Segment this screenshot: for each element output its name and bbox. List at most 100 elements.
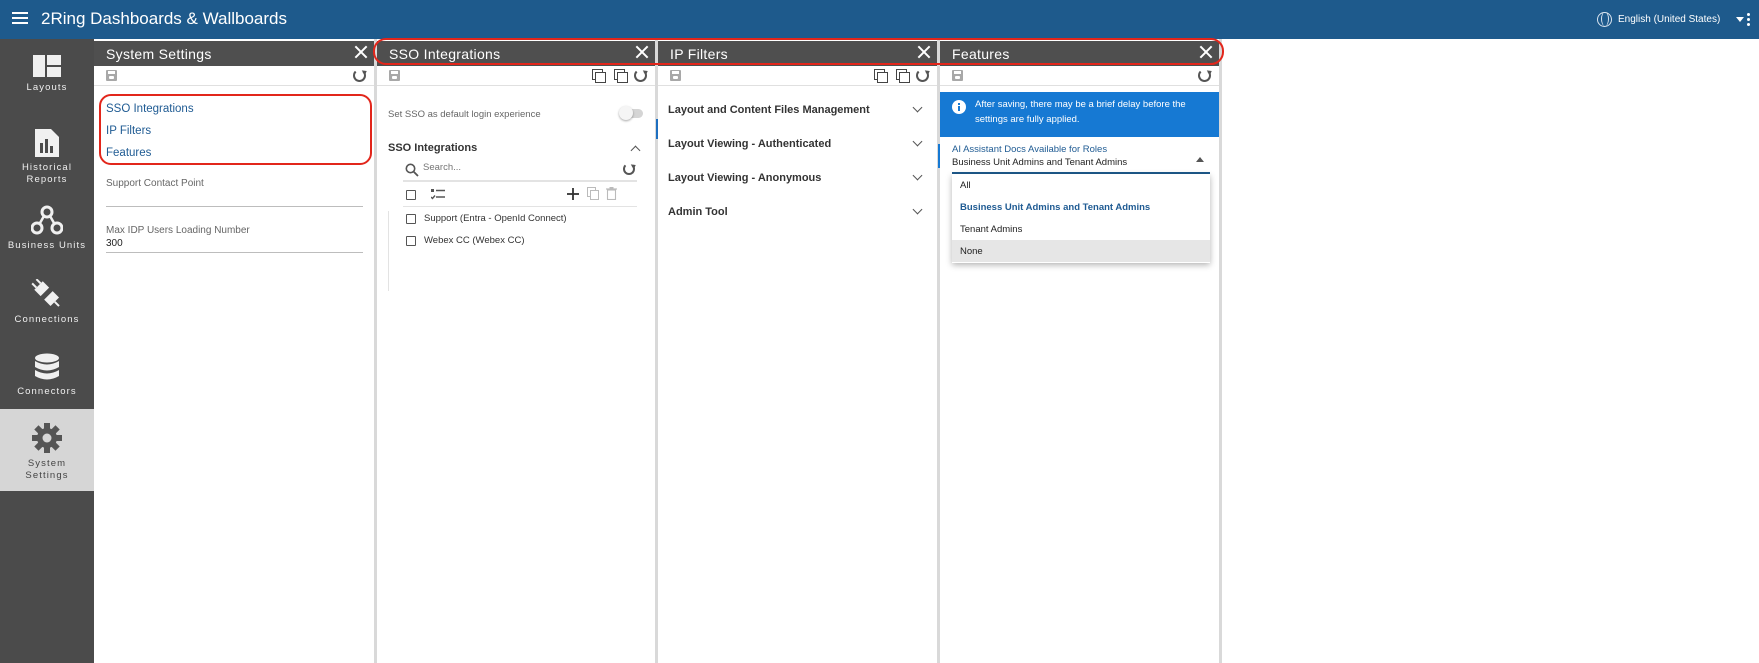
panel-toolbar (94, 66, 374, 86)
panel-header: SSO Integrations (377, 41, 655, 66)
more-options-icon[interactable] (1747, 13, 1751, 28)
business-units-icon (31, 205, 63, 235)
ai-assistant-label: AI Assistant Docs Available for Roles (952, 144, 1108, 155)
gear-icon (32, 423, 62, 453)
support-contact-label: Support Contact Point (106, 178, 204, 189)
historical-reports-icon (35, 129, 59, 157)
caret-up-icon[interactable] (1196, 157, 1204, 162)
panel-title: Features (952, 46, 1010, 62)
sso-integrations-panel: SSO Integrations Set SSO as default logi… (377, 39, 658, 663)
duplicate-icon[interactable] (874, 69, 888, 83)
section-label: Layout and Content Files Management (668, 104, 870, 116)
menu-icon[interactable] (12, 12, 28, 26)
link-sso-integrations[interactable]: SSO Integrations (106, 103, 194, 115)
add-icon[interactable] (567, 188, 579, 200)
ip-filter-section-admin-tool[interactable]: Admin Tool (658, 197, 937, 227)
support-contact-field[interactable] (106, 191, 363, 207)
sso-list-item[interactable]: Support (Entra - OpenId Connect) (403, 209, 637, 229)
ai-assistant-value: Business Unit Admins and Tenant Admins (952, 157, 1128, 168)
save-icon[interactable] (106, 70, 117, 81)
chevron-down-icon[interactable] (912, 170, 923, 181)
clone-icon[interactable] (587, 187, 599, 200)
dropdown-option-all[interactable]: All (952, 174, 1210, 196)
globe-icon (1597, 12, 1612, 27)
sso-list-item[interactable]: Webex CC (Webex CC) (403, 231, 637, 251)
nav-item-connectors[interactable]: Connectors (0, 345, 94, 411)
ip-filters-panel: IP Filters Layout and Content Files Mana… (658, 39, 940, 663)
nav-item-business-units[interactable]: Business Units (0, 199, 94, 265)
refresh-icon[interactable] (634, 69, 647, 82)
duplicate-icon[interactable] (592, 69, 606, 83)
system-settings-panel: System Settings SSO Integrations IP Filt… (94, 39, 377, 663)
nav-label-connections: Connections (14, 314, 80, 325)
panel-toolbar (377, 66, 655, 86)
chevron-down-icon[interactable] (912, 136, 923, 147)
section-label: Layout Viewing - Anonymous (668, 172, 822, 184)
dropdown-option-bu-tenant-admins[interactable]: Business Unit Admins and Tenant Admins (952, 196, 1210, 218)
connectors-icon (35, 353, 59, 380)
close-icon[interactable] (1199, 45, 1213, 59)
sso-search-input[interactable] (423, 162, 603, 173)
checklist-icon[interactable] (431, 188, 445, 201)
panel-header: System Settings (94, 41, 374, 66)
chevron-up-icon[interactable] (630, 145, 641, 156)
link-ip-filters[interactable]: IP Filters (106, 125, 151, 137)
layouts-icon (33, 55, 61, 77)
link-features[interactable]: Features (106, 147, 151, 159)
panel-toolbar (940, 66, 1219, 86)
close-icon[interactable] (354, 45, 368, 59)
panel-title: SSO Integrations (389, 46, 501, 62)
select-all-checkbox[interactable] (406, 190, 416, 200)
refresh-icon[interactable] (1198, 69, 1211, 82)
nav-item-layouts[interactable]: Layouts (0, 47, 94, 107)
caret-down-icon (1736, 17, 1745, 22)
refresh-icon[interactable] (353, 69, 366, 82)
close-icon[interactable] (917, 45, 931, 59)
refresh-icon[interactable] (916, 69, 929, 82)
app-title: 2Ring Dashboards & Wallboards (41, 9, 287, 28)
dropdown-option-none[interactable]: None (952, 240, 1210, 262)
delete-icon[interactable] (606, 187, 617, 200)
language-label: English (United States) (1618, 14, 1721, 25)
nav-item-connections[interactable]: Connections (0, 271, 94, 337)
ip-filter-section-content-files[interactable]: Layout and Content Files Management (658, 95, 937, 125)
save-icon[interactable] (952, 70, 963, 81)
list-guide-line (388, 211, 389, 291)
dropdown-option-tenant-admins[interactable]: Tenant Admins (952, 218, 1210, 240)
panel-header: IP Filters (658, 41, 937, 66)
default-login-toggle[interactable] (619, 106, 643, 120)
chevron-down-icon[interactable] (912, 204, 923, 215)
ip-filter-section-anonymous[interactable]: Layout Viewing - Anonymous (658, 163, 937, 193)
section-label: Layout Viewing - Authenticated (668, 138, 832, 150)
row-checkbox[interactable] (406, 214, 416, 224)
nav-label-layouts: Layouts (26, 82, 68, 93)
sso-section-title: SSO Integrations (388, 142, 478, 154)
row-checkbox[interactable] (406, 236, 416, 246)
panel-title: IP Filters (670, 46, 728, 62)
default-login-label: Set SSO as default login experience (388, 109, 541, 120)
nav-label-system: System (27, 458, 67, 469)
ai-assistant-dropdown: All Business Unit Admins and Tenant Admi… (952, 174, 1210, 263)
copy-icon[interactable] (614, 69, 628, 83)
search-icon (405, 163, 419, 177)
info-banner: After saving, there may be a brief delay… (940, 92, 1219, 137)
save-icon[interactable] (389, 70, 400, 81)
nav-label-settings: Settings (25, 470, 69, 481)
nav-item-system-settings[interactable]: System Settings (0, 409, 94, 491)
panel-title: System Settings (106, 46, 212, 62)
max-idp-field[interactable]: 300 (106, 238, 363, 253)
info-text-line1: After saving, there may be a brief delay… (975, 99, 1186, 110)
chevron-down-icon[interactable] (912, 102, 923, 113)
nav-label-historical: Historical (21, 162, 73, 173)
save-icon[interactable] (670, 70, 681, 81)
ai-assistant-select[interactable]: AI Assistant Docs Available for Roles Bu… (952, 144, 1210, 174)
search-refresh-icon[interactable] (623, 163, 635, 175)
close-icon[interactable] (635, 45, 649, 59)
copy-icon[interactable] (896, 69, 910, 83)
sso-search-bar (403, 158, 637, 182)
nav-item-historical-reports[interactable]: Historical Reports (0, 121, 94, 193)
sso-item-label: Support (Entra - OpenId Connect) (424, 213, 567, 224)
language-selector[interactable]: English (United States) (1597, 12, 1745, 27)
ip-filter-section-authenticated[interactable]: Layout Viewing - Authenticated (658, 129, 937, 159)
nav-label-business-units: Business Units (7, 240, 87, 251)
